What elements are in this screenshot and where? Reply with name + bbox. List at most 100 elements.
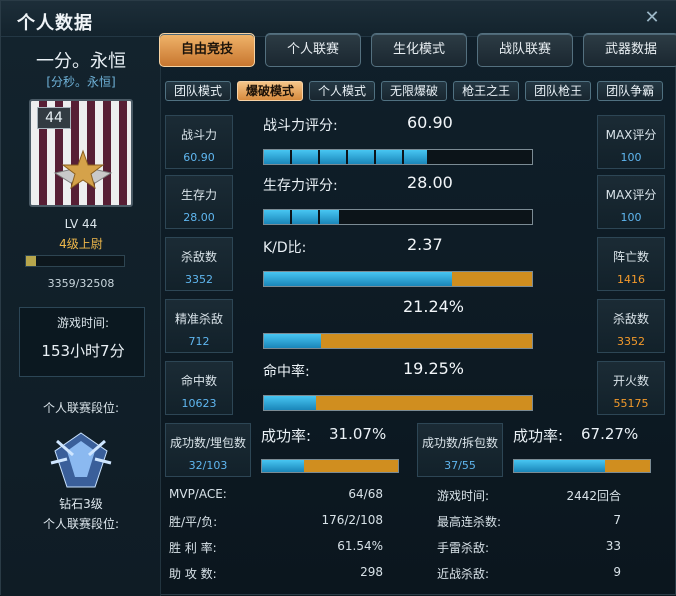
shots-value: 55175 — [613, 397, 649, 410]
streak-row: 最高连杀数: 7 — [437, 513, 621, 535]
kd-value: 2.37 — [407, 235, 443, 254]
combat-bar-area: 战斗力评分: 60.90 — [263, 113, 535, 171]
combat-bar-segments — [264, 150, 532, 164]
combat-max-box: MAX评分 100 — [597, 115, 665, 169]
tab-free-competition[interactable]: 自由竞技 — [159, 33, 255, 67]
hit-bar-fill — [264, 396, 316, 410]
kills-value: 3352 — [185, 273, 213, 286]
playtime-label: 游戏时间: — [56, 316, 110, 330]
league-label: 个人联赛段位: — [42, 401, 120, 415]
rank-insignia-icon — [53, 149, 113, 190]
combat-left-box: 战斗力 60.90 — [165, 115, 233, 169]
window-title: 个人数据 — [17, 13, 93, 34]
grenade-row: 手雷杀敌: 33 — [437, 539, 621, 561]
grenade-value: 33 — [605, 539, 621, 553]
hit-rate-value: 19.25% — [403, 359, 465, 378]
survive-bar-area: 生存力评分: 28.00 — [263, 173, 535, 231]
streak-label: 最高连杀数: — [437, 515, 502, 529]
precision-label: 精准杀敌 — [174, 312, 223, 326]
precision-kills-value: 3352 — [617, 335, 645, 348]
shots-box: 开火数 55175 — [597, 361, 665, 415]
combat-left-value: 60.90 — [183, 151, 215, 164]
deaths-value: 1416 — [617, 273, 645, 286]
hits-value: 10623 — [181, 397, 217, 410]
survive-bar — [263, 209, 533, 225]
survive-value: 28.00 — [407, 173, 453, 192]
bomb-defuse-rate-area: 成功率: 67.27% — [513, 423, 653, 481]
precision-bar-fill — [264, 334, 321, 348]
diamond-rank-icon — [50, 432, 112, 488]
player-sidebar: 一分。永恒 [分秒。永恒] 44 LV 44 4级上尉 3359/32508 游… — [1, 37, 161, 596]
bomb-plant-rate-value: 31.07% — [329, 425, 387, 443]
hits-box: 命中数 10623 — [165, 361, 233, 415]
tab-biochemical-mode[interactable]: 生化模式 — [371, 33, 467, 67]
personal-data-window: 个人数据 ✕ 一分。永恒 [分秒。永恒] 44 LV 44 4级上尉 3359/… — [0, 0, 676, 596]
kd-label: K/D比: — [263, 240, 307, 256]
precision-bar-area: 21.24% — [263, 297, 535, 355]
bomb-defuse-bar-fill — [514, 460, 606, 472]
bomb-plant-label: 成功数/埋包数 — [169, 436, 247, 450]
assist-row: 助 攻 数: 298 — [169, 565, 419, 587]
kills-box: 杀敌数 3352 — [165, 237, 233, 291]
combat-value: 60.90 — [407, 113, 453, 132]
mvp-label: MVP/ACE: — [169, 487, 227, 501]
subtab-unlimited-bomb[interactable]: 无限爆破 — [381, 81, 448, 101]
summary-table: MVP/ACE: 64/68 胜/平/负: 176/2/108 胜 利 率: 61.5… — [169, 487, 669, 591]
close-icon[interactable]: ✕ — [643, 9, 661, 27]
rank-name: 4级上尉 — [59, 237, 103, 251]
melee-row: 近战杀敌: 9 — [437, 565, 621, 587]
hit-row: 命中数 10623 命中率: 19.25% 开火数 55175 — [165, 357, 665, 419]
winrate-label: 胜 利 率: — [169, 541, 217, 555]
bomb-defuse-rate-label: 成功率: — [513, 427, 564, 445]
kills-label: 杀敌数 — [180, 250, 217, 264]
wld-label: 胜/平/负: — [169, 515, 218, 529]
survive-max-value: 100 — [620, 211, 642, 224]
combat-left-label: 战斗力 — [180, 128, 217, 142]
level-badge: 44 — [37, 107, 71, 129]
combat-max-label: MAX评分 — [605, 128, 657, 142]
bomb-defuse-box: 成功数/拆包数 37/55 — [417, 423, 503, 477]
kd-bar-area: K/D比: 2.37 — [263, 235, 535, 293]
hit-bar — [263, 395, 533, 411]
winrate-row: 胜 利 率: 61.54% — [169, 539, 419, 561]
tab-team-league[interactable]: 战队联赛 — [477, 33, 573, 67]
bomb-defuse-value: 37/55 — [444, 459, 476, 472]
subtab-team-contest[interactable]: 团队争霸 — [597, 81, 664, 101]
bomb-plant-value: 32/103 — [188, 459, 228, 472]
precision-row: 精准杀敌 712 21.24% 杀敌数 3352 — [165, 295, 665, 357]
precision-value: 712 — [188, 335, 210, 348]
streak-value: 7 — [613, 513, 621, 527]
title-bar: 个人数据 ✕ — [1, 1, 676, 37]
mode-subtabs: 团队模式 爆破模式 个人模式 无限爆破 枪王之王 团队枪王 团队争霸 — [165, 81, 664, 101]
survive-left-box: 生存力 28.00 — [165, 175, 233, 229]
exp-bar — [25, 255, 125, 267]
kd-bar-fill — [264, 272, 453, 286]
subtab-team-gun-king[interactable]: 团队枪王 — [525, 81, 592, 101]
bomb-plant-rate-label: 成功率: — [261, 427, 312, 445]
subtab-individual-mode[interactable]: 个人模式 — [309, 81, 376, 101]
league-tier: 钻石3级 — [59, 497, 103, 511]
rounds-label: 游戏时间: — [437, 489, 490, 503]
playtime-box: 游戏时间: 153小时7分 — [19, 307, 145, 377]
subtab-bomb-mode[interactable]: 爆破模式 — [237, 81, 304, 101]
level-label: LV 44 — [64, 217, 98, 231]
mvp-value: 64/68 — [348, 487, 383, 501]
bomb-defuse-bar — [513, 459, 651, 473]
subtab-king-of-guns[interactable]: 枪王之王 — [453, 81, 520, 101]
combat-label: 战斗力评分: — [263, 118, 338, 134]
shots-label: 开火数 — [612, 374, 649, 388]
exp-value: 3359/32508 — [47, 277, 115, 290]
subtab-team-mode[interactable]: 团队模式 — [165, 81, 232, 101]
bomb-plant-box: 成功数/埋包数 32/103 — [165, 423, 251, 477]
main-tabs: 自由竞技 个人联赛 生化模式 战队联赛 武器数据 — [159, 33, 676, 69]
precision-bar — [263, 333, 533, 349]
tab-weapon-data[interactable]: 武器数据 — [583, 33, 676, 67]
tab-personal-league[interactable]: 个人联赛 — [265, 33, 361, 67]
rank-card: 44 — [29, 99, 133, 207]
grenade-label: 手雷杀敌: — [437, 541, 490, 555]
winrate-value: 61.54% — [337, 539, 383, 553]
survive-max-box: MAX评分 100 — [597, 175, 665, 229]
hits-label: 命中数 — [180, 374, 217, 388]
player-name: 一分。永恒 — [36, 51, 126, 72]
precision-kills-label: 杀敌数 — [612, 312, 649, 326]
